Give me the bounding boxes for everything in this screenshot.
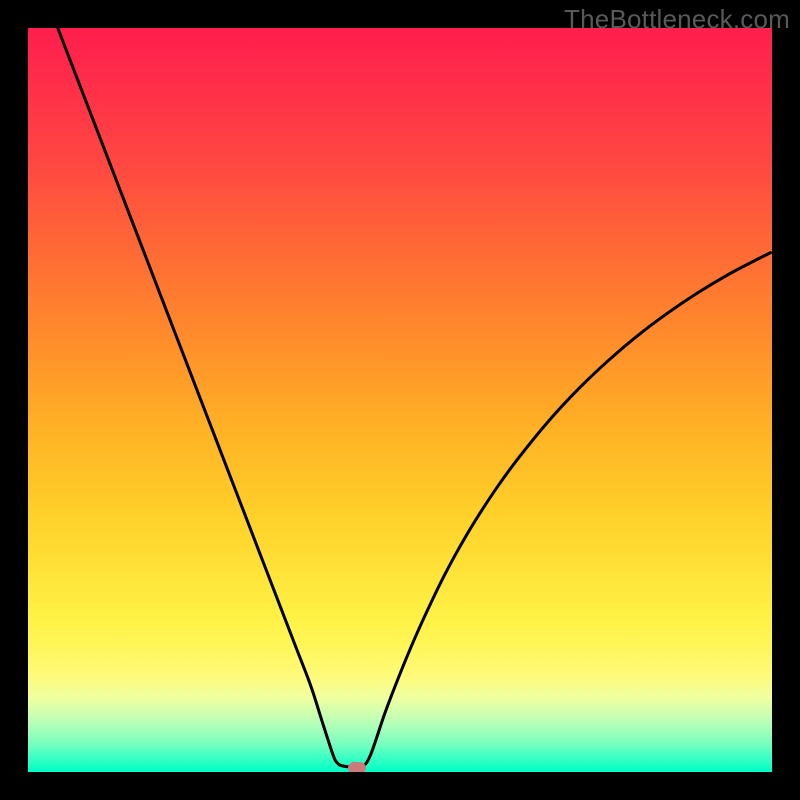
optimum-marker xyxy=(348,762,366,772)
watermark-text: TheBottleneck.com xyxy=(564,4,790,35)
bottleneck-curve xyxy=(58,28,771,769)
curve-layer xyxy=(28,28,772,772)
plot-area xyxy=(28,28,772,772)
chart-container: TheBottleneck.com xyxy=(0,0,800,800)
